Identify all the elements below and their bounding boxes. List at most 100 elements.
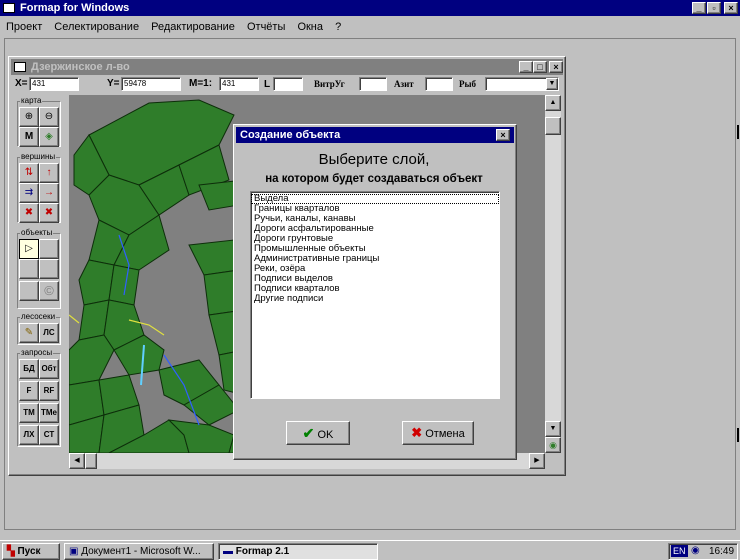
ok-label: OK	[317, 429, 334, 441]
menu-project[interactable]: Проект	[6, 21, 42, 33]
layer-item[interactable]: Другие подписи	[251, 294, 499, 304]
menu-reports[interactable]: Отчёты	[247, 21, 285, 33]
menu-windows[interactable]: Окна	[297, 21, 323, 33]
group-queries-label: запросы	[20, 348, 54, 357]
app-title: Formap for Windows	[20, 2, 130, 14]
menu-bar: Проект Селектирование Редактирование Отч…	[6, 18, 350, 36]
pencil-icon[interactable]: ✎	[19, 323, 39, 343]
cancel-label: Отмена	[425, 428, 465, 440]
word-icon: ▣	[69, 546, 79, 557]
group-map-label: карта	[20, 96, 43, 105]
group-cutting-label: лесосеки	[20, 312, 57, 321]
zoom-out-icon[interactable]: ⊖	[39, 107, 59, 127]
taskbar-formap-button[interactable]: ▬ Formap 2.1	[218, 543, 378, 560]
layer-list[interactable]: Выдела Границы кварталов Ручьи, каналы, …	[250, 191, 500, 399]
rib-label: Рыб	[459, 79, 477, 89]
clock: 16:49	[709, 546, 735, 557]
start-button[interactable]: ▚ Пуск	[2, 543, 60, 560]
lh-button[interactable]: ЛХ	[19, 425, 39, 445]
map-window-icon	[14, 62, 26, 72]
st-button[interactable]: СТ	[39, 425, 59, 445]
checkmark-icon: ✔	[302, 425, 315, 441]
azim-field[interactable]	[425, 77, 453, 91]
tray-app-icon[interactable]: ◉	[691, 545, 700, 556]
menu-edit[interactable]: Редактирование	[151, 21, 235, 33]
group-vertices-label: вершины	[20, 152, 57, 161]
menu-help[interactable]: ?	[335, 21, 341, 33]
object-create-icon[interactable]: ▷	[19, 239, 39, 259]
scroll-right-arrow-icon[interactable]: ▶	[529, 453, 545, 469]
vertex-up-icon[interactable]: ↑	[39, 163, 59, 183]
map-close-button[interactable]: ×	[549, 61, 563, 73]
map-vscrollbar[interactable]: ▲ ▼ ◉	[545, 95, 561, 453]
taskbar-formap-label: Formap 2.1	[235, 546, 290, 557]
m-button[interactable]: М	[19, 127, 39, 147]
azim-label: Азит	[394, 79, 414, 89]
menu-select[interactable]: Селектирование	[54, 21, 139, 33]
object-slot-empty[interactable]	[39, 239, 59, 259]
dialog-heading: Выберите слой,	[318, 151, 430, 168]
dialog-subheading: на котором будет создаваться объект	[265, 173, 483, 185]
taskbar-word-button[interactable]: ▣ Документ1 - Microsoft W...	[64, 543, 214, 560]
object-slot-empty-3[interactable]	[39, 259, 59, 279]
map-window-title: Дзержинское л-во	[31, 61, 130, 73]
edge-mark	[737, 125, 739, 139]
vertex-insert-icon[interactable]: →	[39, 183, 59, 203]
map-minimize-button[interactable]: _	[519, 61, 533, 73]
rib-dropdown[interactable]: ▼	[485, 77, 559, 91]
vertex-move-icon[interactable]: ⇅	[19, 163, 39, 183]
scale-field[interactable]: 431	[219, 77, 259, 91]
edge-mark	[737, 428, 739, 442]
scale-label: M=1:	[189, 78, 213, 89]
chevron-down-icon[interactable]: ▼	[546, 78, 558, 90]
formap-icon: ▬	[223, 546, 233, 557]
cancel-button[interactable]: ✖ Отмена	[402, 421, 474, 445]
ok-button[interactable]: ✔ OK	[286, 421, 350, 445]
close-button[interactable]: ×	[724, 2, 738, 14]
vertex-delete-icon[interactable]: ✖	[19, 203, 39, 223]
tme-button[interactable]: ТМе	[39, 403, 59, 423]
tm-button[interactable]: ТМ	[19, 403, 39, 423]
f-button[interactable]: F	[19, 381, 39, 401]
rf-button[interactable]: RF	[39, 381, 59, 401]
obt-button[interactable]: Обт	[39, 359, 59, 379]
vitr-label: ВитрУг	[314, 79, 345, 89]
scroll-up-arrow-icon[interactable]: ▲	[545, 95, 561, 111]
language-indicator[interactable]: EN	[671, 545, 688, 557]
ls-button[interactable]: ЛС	[39, 323, 59, 343]
map-window-titlebar: Дзержинское л-во _ □ ×	[11, 59, 563, 75]
group-objects-label: объекты	[20, 228, 54, 237]
windows-logo-icon: ▚	[7, 546, 15, 557]
taskbar-word-label: Документ1 - Microsoft W...	[81, 546, 201, 557]
restore-button[interactable]: ▫	[707, 2, 721, 14]
object-slot-empty-4[interactable]	[19, 281, 39, 301]
scroll-left-arrow-icon[interactable]: ◀	[69, 453, 85, 469]
object-slot-empty-2[interactable]	[19, 259, 39, 279]
hscroll-thumb[interactable]	[85, 453, 97, 469]
map-maximize-button[interactable]: □	[533, 61, 547, 73]
dialog-titlebar: Создание объекта ×	[236, 127, 514, 143]
app-titlebar: Formap for Windows _ ▫ ×	[0, 0, 740, 16]
l-field[interactable]	[273, 77, 303, 91]
dialog-close-button[interactable]: ×	[496, 129, 510, 141]
dialog-title: Создание объекта	[240, 129, 341, 141]
minimize-button[interactable]: _	[692, 2, 706, 14]
toolbox: карта ⊕ ⊖ М ◈ вершины ⇅ ↑ ⇉ → ✖ ✖ объект…	[13, 95, 69, 453]
y-field[interactable]: 59478	[121, 77, 181, 91]
vertex-add-icon[interactable]: ⇉	[19, 183, 39, 203]
cross-icon: ✖	[411, 425, 423, 440]
x-field[interactable]: 431	[29, 77, 79, 91]
object-copy-icon[interactable]: ©	[39, 281, 59, 301]
vscroll-thumb[interactable]	[545, 117, 561, 135]
app-icon	[3, 3, 15, 13]
db-button[interactable]: БД	[19, 359, 39, 379]
create-object-dialog: Создание объекта × Выберите слой, на кот…	[233, 124, 517, 460]
map-refresh-icon[interactable]: ◉	[545, 437, 561, 453]
vertex-remove-icon[interactable]: ✖	[39, 203, 59, 223]
scroll-down-arrow-icon[interactable]: ▼	[545, 421, 561, 437]
zoom-in-icon[interactable]: ⊕	[19, 107, 39, 127]
map-nav-icon[interactable]: ◈	[39, 127, 59, 147]
x-label: X=	[15, 78, 28, 89]
vitr-field[interactable]	[359, 77, 387, 91]
system-tray: EN ◉ 16:49	[668, 543, 738, 560]
